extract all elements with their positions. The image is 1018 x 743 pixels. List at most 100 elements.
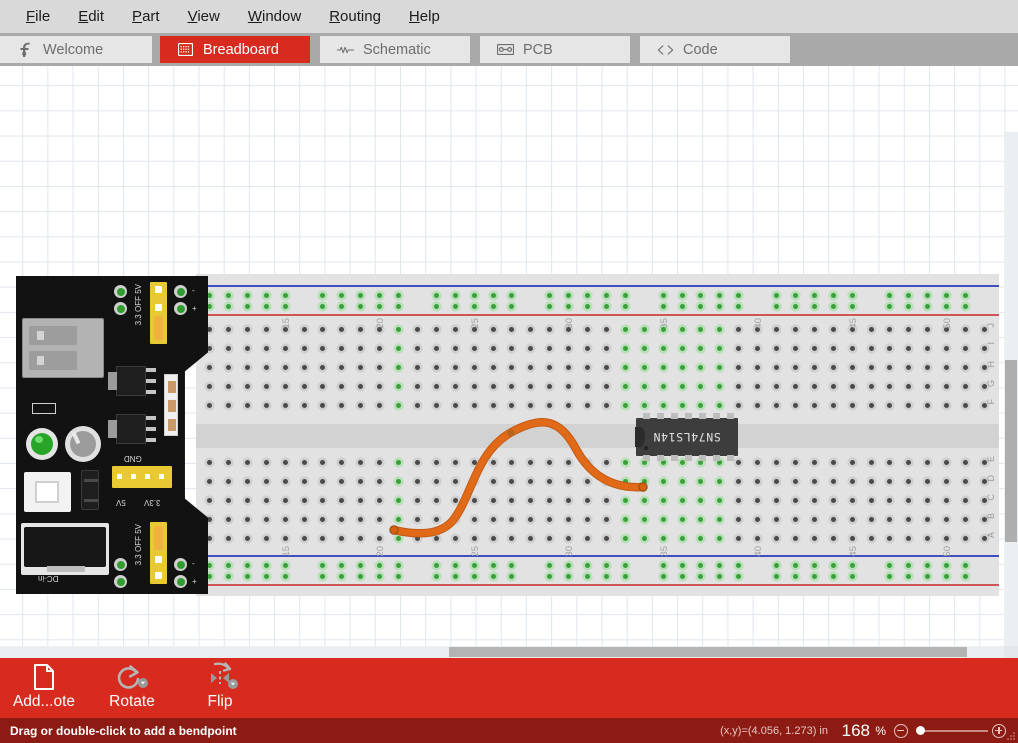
breadboard-hole[interactable] <box>320 403 326 408</box>
breadboard-hole[interactable] <box>207 498 212 503</box>
breadboard-hole[interactable] <box>830 563 836 568</box>
breadboard-hole[interactable] <box>887 293 893 298</box>
breadboard-hole[interactable] <box>736 563 742 568</box>
breadboard-hole[interactable] <box>698 498 704 503</box>
breadboard-hole[interactable] <box>471 384 477 389</box>
breadboard-hole[interactable] <box>566 574 572 579</box>
breadboard-hole[interactable] <box>698 403 704 408</box>
breadboard-hole[interactable] <box>452 403 458 408</box>
breadboard-hole[interactable] <box>433 403 439 408</box>
breadboard-hole[interactable] <box>301 536 307 541</box>
breadboard-hole[interactable] <box>887 403 893 408</box>
breadboard-hole[interactable] <box>774 574 779 579</box>
breadboard-hole[interactable] <box>339 536 345 541</box>
rotate-button[interactable]: Rotate <box>92 662 172 714</box>
breadboard-hole[interactable] <box>925 346 931 351</box>
breadboard-hole[interactable] <box>830 403 836 408</box>
breadboard-hole[interactable] <box>471 365 477 370</box>
breadboard-hole[interactable] <box>944 460 950 465</box>
tab-schematic[interactable]: Schematic <box>320 36 470 63</box>
breadboard-hole[interactable] <box>774 327 779 332</box>
breadboard-hole[interactable] <box>207 460 212 465</box>
breadboard-hole[interactable] <box>622 384 628 389</box>
breadboard-hole[interactable] <box>887 460 893 465</box>
ic-pin[interactable] <box>643 455 650 461</box>
breadboard-hole[interactable] <box>207 365 212 370</box>
breadboard-hole[interactable] <box>660 574 666 579</box>
breadboard-hole[interactable] <box>755 517 761 522</box>
breadboard-hole[interactable] <box>774 536 779 541</box>
breadboard-hole[interactable] <box>396 293 401 298</box>
breadboard-hole[interactable] <box>717 498 723 503</box>
breadboard-hole[interactable] <box>566 403 572 408</box>
breadboard-hole[interactable] <box>396 327 401 332</box>
breadboard-hole[interactable] <box>396 384 401 389</box>
breadboard-hole[interactable] <box>868 536 874 541</box>
breadboard-hole[interactable] <box>925 479 931 484</box>
breadboard-hole[interactable] <box>774 293 779 298</box>
breadboard-hole[interactable] <box>792 293 798 298</box>
breadboard-hole[interactable] <box>849 304 855 309</box>
breadboard-hole[interactable] <box>963 346 968 351</box>
breadboard-hole[interactable] <box>528 384 534 389</box>
breadboard-hole[interactable] <box>641 327 647 332</box>
breadboard-hole[interactable] <box>490 384 496 389</box>
breadboard-hole[interactable] <box>755 460 761 465</box>
resize-grip[interactable] <box>1006 732 1016 742</box>
breadboard-hole[interactable] <box>528 365 534 370</box>
breadboard-hole[interactable] <box>887 327 893 332</box>
breadboard-hole[interactable] <box>244 498 250 503</box>
breadboard-hole[interactable] <box>698 574 704 579</box>
breadboard-hole[interactable] <box>830 293 836 298</box>
breadboard-hole[interactable] <box>679 384 685 389</box>
breadboard-hole[interactable] <box>585 365 590 370</box>
breadboard-hole[interactable] <box>244 384 250 389</box>
ic-pin[interactable] <box>643 413 650 419</box>
breadboard-hole[interactable] <box>603 403 609 408</box>
breadboard-hole[interactable] <box>906 293 912 298</box>
breadboard-hole[interactable] <box>225 479 231 484</box>
breadboard-hole[interactable] <box>906 460 912 465</box>
tab-pcb[interactable]: PCB <box>480 36 630 63</box>
breadboard-hole[interactable] <box>830 365 836 370</box>
breadboard-hole[interactable] <box>244 293 250 298</box>
breadboard-hole[interactable] <box>566 384 572 389</box>
breadboard-hole[interactable] <box>263 498 269 503</box>
breadboard-hole[interactable] <box>282 304 288 309</box>
breadboard-hole[interactable] <box>755 346 761 351</box>
breadboard-hole[interactable] <box>339 574 345 579</box>
breadboard-hole[interactable] <box>282 574 288 579</box>
breadboard-hole[interactable] <box>603 304 609 309</box>
ic-pin[interactable] <box>699 455 706 461</box>
breadboard-hole[interactable] <box>433 384 439 389</box>
breadboard-hole[interactable] <box>339 293 345 298</box>
menu-edit[interactable]: Edit <box>64 5 118 28</box>
menu-routing[interactable]: Routing <box>315 5 395 28</box>
breadboard-hole[interactable] <box>433 293 439 298</box>
breadboard-hole[interactable] <box>944 304 950 309</box>
breadboard-hole[interactable] <box>755 536 761 541</box>
breadboard-hole[interactable] <box>981 346 987 351</box>
breadboard-hole[interactable] <box>849 479 855 484</box>
breadboard-hole[interactable] <box>679 498 685 503</box>
breadboard-hole[interactable] <box>585 327 590 332</box>
breadboard-hole[interactable] <box>207 403 212 408</box>
breadboard-hole[interactable] <box>698 365 704 370</box>
breadboard-hole[interactable] <box>906 365 912 370</box>
breadboard-hole[interactable] <box>660 403 666 408</box>
breadboard-hole[interactable] <box>282 517 288 522</box>
breadboard-hole[interactable] <box>339 498 345 503</box>
breadboard-hole[interactable] <box>244 327 250 332</box>
breadboard-hole[interactable] <box>944 517 950 522</box>
breadboard-hole[interactable] <box>925 536 931 541</box>
breadboard-hole[interactable] <box>433 304 439 309</box>
breadboard-hole[interactable] <box>433 327 439 332</box>
breadboard-hole[interactable] <box>320 460 326 465</box>
breadboard-hole[interactable] <box>925 327 931 332</box>
flip-button[interactable]: Flip <box>186 662 254 714</box>
ic-pin[interactable] <box>657 455 664 461</box>
breadboard-hole[interactable] <box>830 517 836 522</box>
breadboard-hole[interactable] <box>320 384 326 389</box>
breadboard-hole[interactable] <box>679 479 685 484</box>
breadboard-hole[interactable] <box>849 293 855 298</box>
